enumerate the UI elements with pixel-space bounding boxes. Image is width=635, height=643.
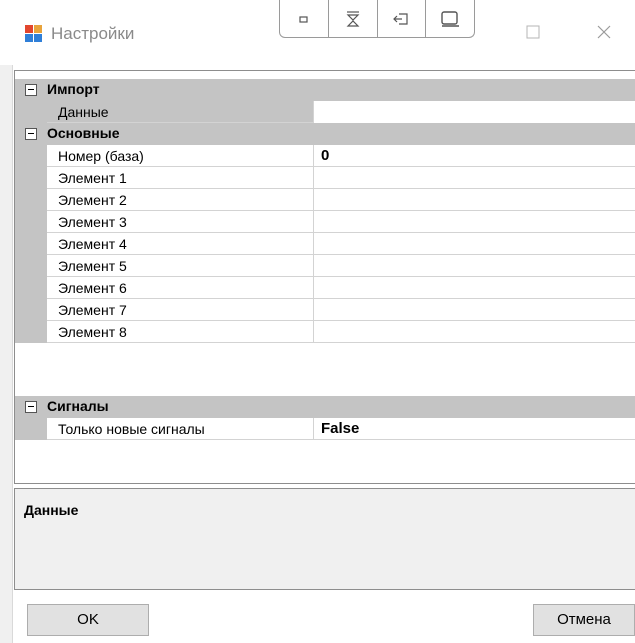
property-value[interactable] <box>314 189 635 211</box>
property-row-element-8[interactable]: Элемент 8 <box>15 321 635 343</box>
category-import[interactable]: Импорт <box>15 79 635 101</box>
category-label: Сигналы <box>47 398 109 414</box>
snap-side-button[interactable] <box>378 0 427 37</box>
maximize-button[interactable] <box>510 14 556 50</box>
property-name: Номер (база) <box>47 145 314 167</box>
category-label: Основные <box>47 125 120 141</box>
property-name: Элемент 5 <box>47 255 314 277</box>
property-value[interactable] <box>314 321 635 343</box>
property-name: Элемент 4 <box>47 233 314 255</box>
category-main[interactable]: Основные <box>15 123 635 145</box>
property-row-element-1[interactable]: Элемент 1 <box>15 167 635 189</box>
property-value[interactable]: False <box>314 418 635 440</box>
app-icon <box>25 25 43 43</box>
property-value[interactable] <box>314 211 635 233</box>
dialog-left-edge <box>0 65 13 643</box>
property-row-number[interactable]: Номер (база) 0 <box>15 145 635 167</box>
collapse-icon[interactable] <box>25 84 37 96</box>
property-value[interactable] <box>314 277 635 299</box>
snap-small-icon <box>299 15 308 23</box>
description-panel: Данные <box>14 488 635 590</box>
property-row-element-2[interactable]: Элемент 2 <box>15 189 635 211</box>
property-grid[interactable]: Импорт Данные Основные Номер (база) 0 Эл… <box>14 70 635 484</box>
property-value[interactable] <box>314 233 635 255</box>
snap-top-icon <box>346 10 360 27</box>
property-name: Элемент 7 <box>47 299 314 321</box>
property-value[interactable] <box>314 101 635 123</box>
close-button[interactable] <box>581 14 627 50</box>
window-title: Настройки <box>51 24 135 43</box>
property-row-element-6[interactable]: Элемент 6 <box>15 277 635 299</box>
property-name: Данные <box>47 101 314 123</box>
close-icon <box>597 25 611 39</box>
property-value[interactable] <box>314 299 635 321</box>
property-name: Элемент 2 <box>47 189 314 211</box>
description-title: Данные <box>24 502 79 518</box>
category-label: Импорт <box>47 81 100 97</box>
property-value[interactable] <box>314 255 635 277</box>
property-name: Элемент 8 <box>47 321 314 343</box>
snap-small-button[interactable] <box>280 0 329 37</box>
collapse-icon[interactable] <box>25 128 37 140</box>
property-row-element-4[interactable]: Элемент 4 <box>15 233 635 255</box>
snap-full-icon <box>441 10 460 27</box>
snap-full-button[interactable] <box>426 0 474 37</box>
property-row-data[interactable]: Данные <box>15 101 635 123</box>
ok-button[interactable]: OK <box>27 604 149 636</box>
property-name: Элемент 3 <box>47 211 314 233</box>
property-name: Элемент 6 <box>47 277 314 299</box>
property-name: Элемент 1 <box>47 167 314 189</box>
category-signals[interactable]: Сигналы <box>15 396 635 418</box>
property-row-element-3[interactable]: Элемент 3 <box>15 211 635 233</box>
property-value[interactable]: 0 <box>314 145 635 167</box>
property-value[interactable] <box>314 167 635 189</box>
cancel-button[interactable]: Отмена <box>533 604 635 636</box>
property-row-element-5[interactable]: Элемент 5 <box>15 255 635 277</box>
property-row-element-7[interactable]: Элемент 7 <box>15 299 635 321</box>
snap-layouts-bar <box>279 0 475 38</box>
snap-top-button[interactable] <box>329 0 378 37</box>
property-name: Только новые сигналы <box>47 418 314 440</box>
property-row-new-signals[interactable]: Только новые сигналы False <box>15 418 635 440</box>
title-bar: Настройки <box>0 0 635 65</box>
maximize-icon <box>526 25 540 39</box>
collapse-icon[interactable] <box>25 401 37 413</box>
snap-side-icon <box>393 12 408 25</box>
